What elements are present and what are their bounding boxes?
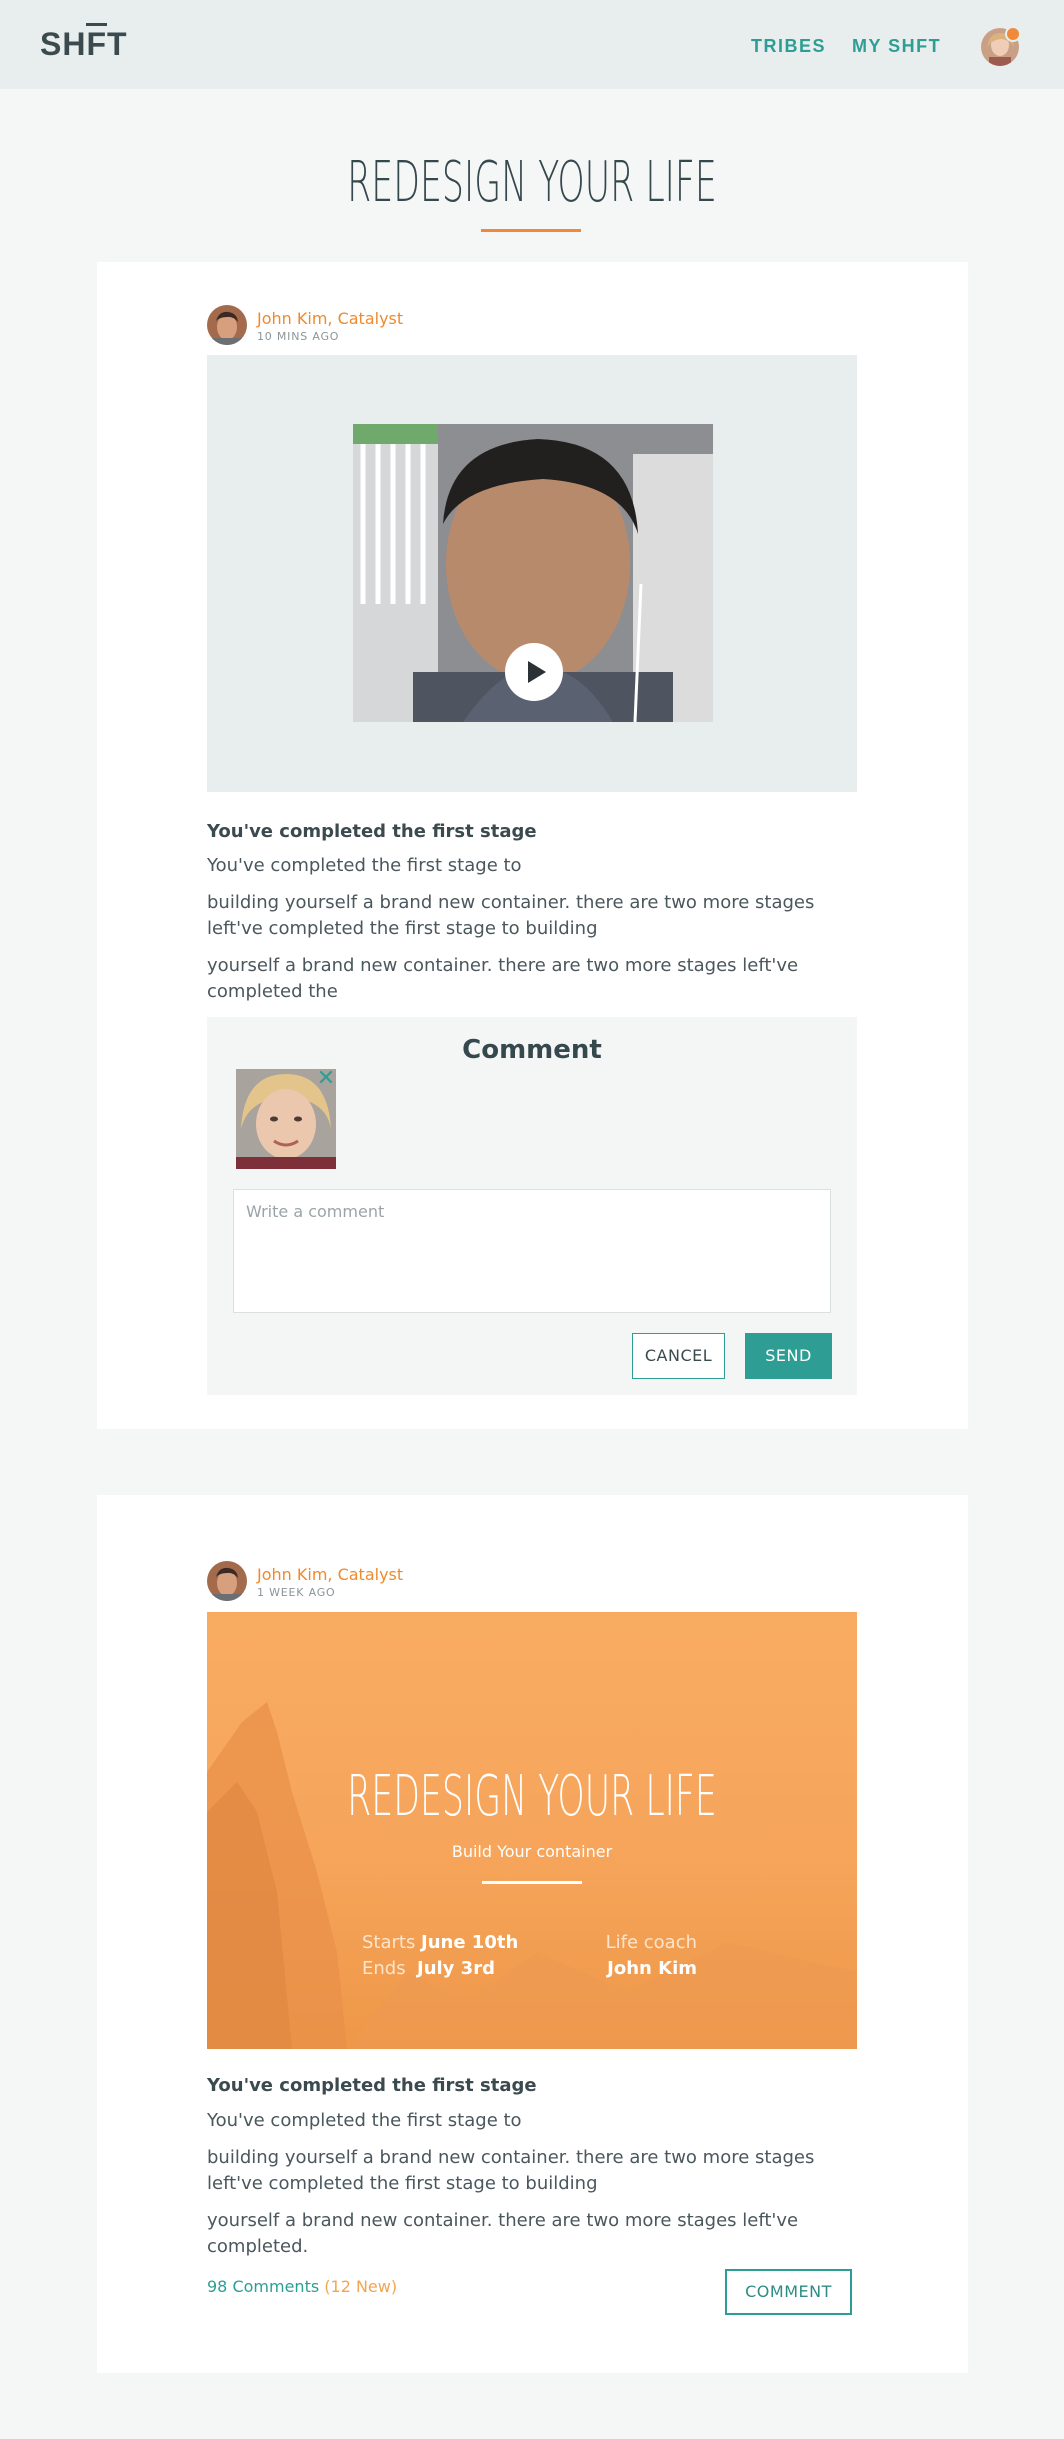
post-title: You've completed the first stage (207, 821, 537, 842)
title-underline (481, 229, 581, 232)
new-comments-count: (12 New) (324, 2277, 398, 2296)
ends-label: Ends (362, 1958, 406, 1979)
remove-attachment-icon[interactable]: ✕ (314, 1067, 338, 1091)
post-author[interactable]: John Kim, Catalyst (257, 1565, 403, 1584)
post-title: You've completed the first stage (207, 2075, 537, 2096)
cliff-background (207, 1702, 857, 2049)
send-button[interactable]: SEND (745, 1333, 832, 1379)
program-banner[interactable]: REDESIGN YOUR LIFE Build Your container … (207, 1612, 857, 2049)
top-navbar: SHF T TRIBES MY SHFT (0, 0, 1064, 89)
post-paragraph: You've completed the first stage to (207, 855, 522, 876)
starts-value: June 10th (421, 1932, 519, 1953)
video-container (207, 355, 857, 792)
video-thumbnail[interactable] (353, 424, 713, 722)
page-title: REDESIGN YOUR LIFE (347, 150, 717, 215)
cancel-button[interactable]: CANCEL (632, 1333, 725, 1379)
post-paragraph: You've completed the first stage to (207, 2110, 522, 2131)
comment-input[interactable] (233, 1189, 831, 1313)
post-card: John Kim, Catalyst 1 WEEK AGO REDESIGN Y… (97, 1495, 968, 2373)
post-card: John Kim, Catalyst 10 MINS AGO You've co… (97, 262, 968, 1429)
notification-dot[interactable] (1005, 26, 1021, 42)
post-time: 1 WEEK AGO (257, 1586, 336, 1599)
banner-divider (482, 1881, 582, 1884)
author-avatar[interactable] (207, 1561, 247, 1601)
comment-panel: Comment ✕ CANCEL SEND (207, 1017, 857, 1395)
comment-button[interactable]: COMMENT (725, 2269, 852, 2315)
starts-label: Starts (362, 1932, 416, 1953)
post-author[interactable]: John Kim, Catalyst (257, 309, 403, 328)
nav-my-shft[interactable]: MY SHFT (852, 36, 941, 57)
play-button[interactable] (505, 643, 563, 701)
comments-count-link[interactable]: 98 Comments (12 New) (207, 2277, 397, 2296)
coach-label: Life coach (605, 1932, 697, 1953)
post-paragraph: yourself a brand new container. there ar… (207, 955, 799, 1002)
comments-count: 98 Comments (207, 2277, 320, 2296)
post-paragraph: yourself a brand new container. there ar… (207, 2210, 799, 2257)
shft-logo[interactable]: SHF T (40, 23, 128, 63)
post-time: 10 MINS AGO (257, 330, 340, 343)
banner-title: REDESIGN YOUR LIFE (347, 1764, 717, 1829)
banner-subtitle: Build Your container (451, 1842, 613, 1861)
post-paragraph: building yourself a brand new container.… (207, 892, 815, 939)
coach-value: John Kim (607, 1958, 697, 1979)
comment-heading: Comment (462, 1035, 602, 1065)
author-avatar[interactable] (207, 305, 247, 345)
post-paragraph: building yourself a brand new container.… (207, 2147, 815, 2194)
nav-tribes[interactable]: TRIBES (751, 36, 826, 57)
ends-value: July 3rd (417, 1958, 495, 1979)
